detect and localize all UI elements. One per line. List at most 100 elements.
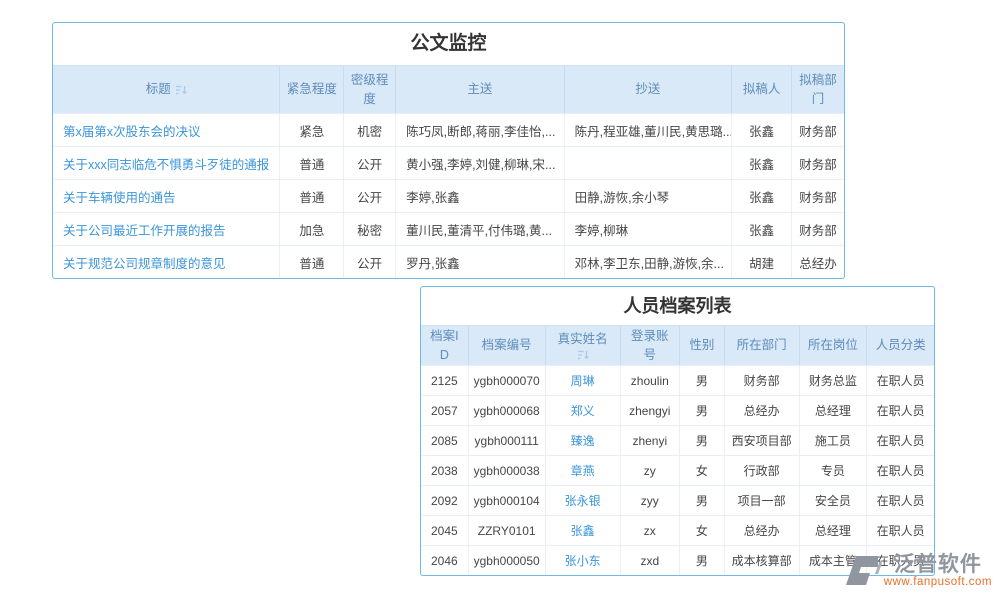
person-gender-cell: 男: [680, 486, 725, 515]
col-header-urgency-label: 紧急程度: [287, 80, 337, 98]
doc-security-cell: 公开: [344, 147, 396, 179]
person-gender-cell: 男: [680, 396, 725, 425]
doc-security-cell: 秘密: [344, 213, 396, 245]
person-gender-cell: 女: [680, 516, 725, 545]
person-gender-cell: 男: [680, 546, 725, 575]
doc-row: 关于车辆使用的通告 普通 公开 李婷,张鑫 田静,游恢,余小琴 张鑫 财务部: [53, 179, 844, 212]
person-post-cell: 总经理: [800, 516, 868, 545]
person-account-cell: zy: [621, 456, 681, 485]
doc-security-cell: 机密: [344, 114, 396, 146]
person-row: 2125 ygbh000070 周琳 zhoulin 男 财务部 财务总监 在职…: [421, 365, 934, 395]
doc-dept-cell: 财务部: [792, 147, 844, 179]
person-category-cell: 在职人员: [867, 516, 934, 545]
col-header-doc-title-label: 标题: [146, 80, 171, 98]
person-account-cell: zyy: [621, 486, 681, 515]
doc-title-link[interactable]: 关于xxx同志临危不惧勇斗歹徒的通报: [53, 147, 280, 179]
person-post-cell: 施工员: [800, 426, 868, 455]
doc-dept-cell: 财务部: [792, 180, 844, 212]
col-header-account-label: 登录账号: [627, 327, 674, 363]
person-name-link[interactable]: 郑义: [546, 396, 621, 425]
doc-urgency-cell: 普通: [280, 180, 344, 212]
person-account-cell: zhenyi: [621, 426, 681, 455]
doc-dept-cell: 总经办: [792, 246, 844, 278]
doc-row: 关于公司最近工作开展的报告 加急 秘密 董川民,董清平,付伟璐,黄... 李婷,…: [53, 212, 844, 245]
personnel-header-row: 档案ID 档案编号 真实姓名 登录账号 性别 所在部门 所在岗位 人员分类: [421, 325, 934, 365]
col-header-category-label: 人员分类: [876, 336, 926, 354]
person-gender-cell: 男: [680, 366, 725, 395]
person-name-link[interactable]: 章燕: [546, 456, 621, 485]
col-header-draft-dept-label: 拟稿部门: [798, 71, 838, 107]
person-name-link[interactable]: 张鑫: [546, 516, 621, 545]
col-header-to: 主送: [396, 66, 565, 113]
person-dept-cell: 项目一部: [725, 486, 800, 515]
person-dept-cell: 总经办: [725, 516, 800, 545]
col-header-security: 密级程度: [344, 66, 396, 113]
person-category-cell: 在职人员: [867, 366, 934, 395]
person-id-cell: 2057: [421, 396, 469, 425]
col-header-archive-id-label: 档案ID: [427, 327, 462, 363]
doc-row: 关于规范公司规章制度的意见 普通 公开 罗丹,张鑫 邓林,李卫东,田静,游恢,余…: [53, 245, 844, 278]
personnel-panel: 人员档案列表 档案ID 档案编号 真实姓名 登录账号 性别 所在部门 所在岗位 …: [420, 286, 935, 576]
doc-title-link[interactable]: 关于公司最近工作开展的报告: [53, 213, 280, 245]
doc-cc-cell: 陈丹,程亚雄,董川民,黄思璐...: [565, 114, 733, 146]
person-post-cell: 安全员: [800, 486, 868, 515]
doc-row: 关于xxx同志临危不惧勇斗歹徒的通报 普通 公开 黄小强,李婷,刘健,柳琳,宋.…: [53, 146, 844, 179]
doc-urgency-cell: 加急: [280, 213, 344, 245]
doc-row: 第x届第x次股东会的决议 紧急 机密 陈巧凤,断郎,蒋丽,李佳怡,... 陈丹,…: [53, 113, 844, 146]
person-name-link[interactable]: 张永银: [546, 486, 621, 515]
person-dept-cell: 行政部: [725, 456, 800, 485]
person-category-cell: 在职人员: [867, 426, 934, 455]
doc-to-cell: 黄小强,李婷,刘健,柳琳,宋...: [396, 147, 565, 179]
person-account-cell: zhoulin: [621, 366, 681, 395]
person-code-cell: ygbh000070: [469, 366, 546, 395]
doc-title-link[interactable]: 关于规范公司规章制度的意见: [53, 246, 280, 278]
col-header-real-name-label: 真实姓名: [558, 330, 608, 348]
person-id-cell: 2085: [421, 426, 469, 455]
person-gender-cell: 男: [680, 426, 725, 455]
doc-drafter-cell: 张鑫: [732, 114, 792, 146]
doc-cc-cell: 田静,游恢,余小琴: [565, 180, 733, 212]
doc-to-cell: 董川民,董清平,付伟璐,黄...: [396, 213, 565, 245]
person-post-cell: 财务总监: [800, 366, 868, 395]
doc-drafter-cell: 张鑫: [732, 147, 792, 179]
doc-monitor-header-row: 标题 紧急程度 密级程度 主送 抄送 拟稿人 拟稿部门: [53, 65, 844, 113]
col-header-urgency: 紧急程度: [280, 66, 344, 113]
doc-title-link[interactable]: 关于车辆使用的通告: [53, 180, 280, 212]
col-header-gender-label: 性别: [689, 336, 714, 354]
doc-drafter-cell: 张鑫: [732, 180, 792, 212]
col-header-draft-dept: 拟稿部门: [792, 66, 844, 113]
watermark-url: www.fanpusoft.com: [884, 576, 992, 590]
doc-security-cell: 公开: [344, 246, 396, 278]
doc-to-cell: 李婷,张鑫: [396, 180, 565, 212]
person-name-link[interactable]: 臻逸: [546, 426, 621, 455]
col-header-account: 登录账号: [621, 326, 681, 365]
col-header-doc-title[interactable]: 标题: [53, 66, 280, 113]
doc-title-link[interactable]: 第x届第x次股东会的决议: [53, 114, 280, 146]
doc-security-cell: 公开: [344, 180, 396, 212]
col-header-drafter-label: 拟稿人: [743, 80, 781, 98]
col-header-gender: 性别: [680, 326, 725, 365]
person-row: 2085 ygbh000111 臻逸 zhenyi 男 西安项目部 施工员 在职…: [421, 425, 934, 455]
person-category-cell: 在职人员: [867, 396, 934, 425]
col-header-real-name[interactable]: 真实姓名: [546, 326, 621, 365]
col-header-security-label: 密级程度: [350, 71, 389, 107]
person-id-cell: 2045: [421, 516, 469, 545]
col-header-to-label: 主送: [467, 80, 492, 98]
sort-icon: [577, 349, 589, 361]
doc-to-cell: 罗丹,张鑫: [396, 246, 565, 278]
person-row: 2045 ZZRY0101 张鑫 zx 女 总经办 总经理 在职人员: [421, 515, 934, 545]
watermark-text: 泛普软件 www.fanpusoft.com: [884, 553, 992, 590]
col-header-cc: 抄送: [565, 66, 733, 113]
person-code-cell: ygbh000111: [469, 426, 546, 455]
person-id-cell: 2125: [421, 366, 469, 395]
col-header-archive-id: 档案ID: [421, 326, 469, 365]
doc-to-cell: 陈巧凤,断郎,蒋丽,李佳怡,...: [396, 114, 565, 146]
col-header-department-label: 所在部门: [737, 336, 787, 354]
person-name-link[interactable]: 张小东: [546, 546, 621, 575]
person-name-link[interactable]: 周琳: [546, 366, 621, 395]
col-header-post-label: 所在岗位: [808, 336, 858, 354]
person-post-cell: 专员: [800, 456, 868, 485]
doc-monitor-title: 公文监控: [53, 23, 844, 65]
doc-cc-cell: 李婷,柳琳: [565, 213, 733, 245]
doc-drafter-cell: 胡建: [732, 246, 792, 278]
